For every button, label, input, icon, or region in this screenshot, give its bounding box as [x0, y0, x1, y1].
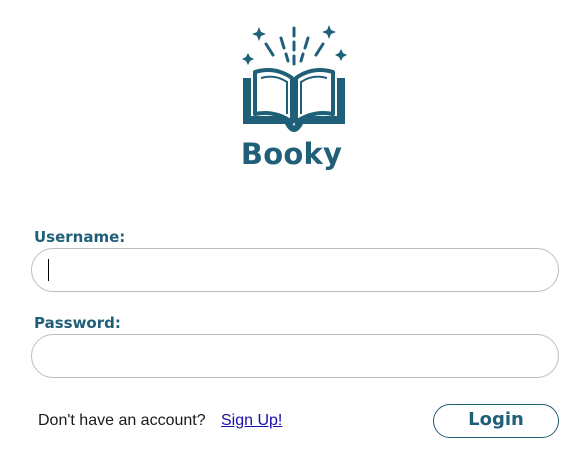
text-caret: [48, 259, 49, 281]
signup-link[interactable]: Sign Up!: [221, 412, 282, 430]
open-book-sparkle-icon: [242, 25, 347, 132]
username-input[interactable]: [31, 248, 559, 292]
app-title: Booky: [240, 137, 343, 171]
password-input[interactable]: [31, 334, 559, 378]
password-label: Password:: [34, 314, 121, 332]
login-button[interactable]: Login: [433, 404, 559, 438]
username-label: Username:: [34, 228, 126, 246]
signup-prompt: Don't have an account?: [38, 412, 206, 429]
